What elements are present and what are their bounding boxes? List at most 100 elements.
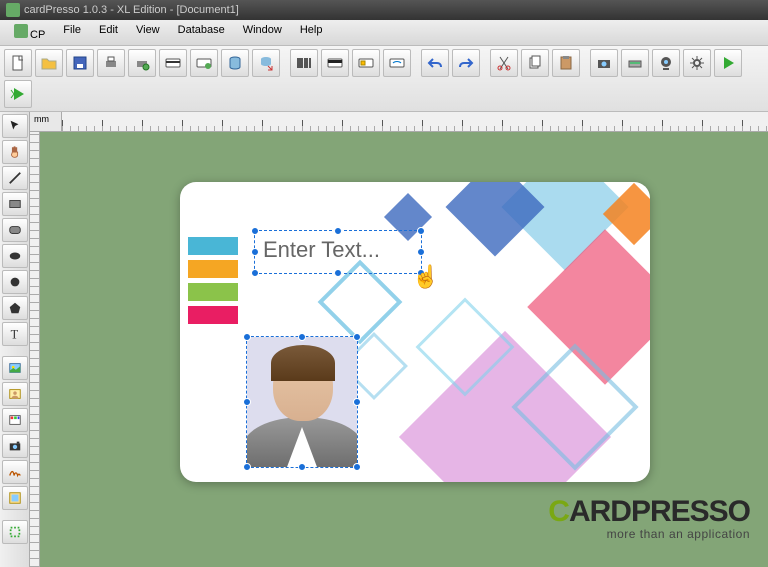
print-config-icon (134, 55, 150, 71)
tool-palette: T (0, 112, 30, 567)
resize-handle-sw[interactable] (251, 269, 259, 277)
select-icon (8, 119, 22, 133)
color-block (188, 283, 238, 301)
cut-button[interactable] (490, 49, 518, 77)
photo-tool[interactable] (2, 382, 28, 406)
image-tool[interactable] (2, 356, 28, 380)
ellipse-tool[interactable] (2, 244, 28, 268)
resize-handle-se[interactable] (417, 269, 425, 277)
text-placeholder[interactable]: Enter Text... (255, 231, 421, 269)
id-card-canvas[interactable]: Enter Text... ☝ (180, 182, 650, 482)
webcam-button[interactable] (652, 49, 680, 77)
resize-handle-w[interactable] (243, 398, 251, 406)
smart-chip-icon (358, 55, 374, 71)
menu-view[interactable]: View (128, 22, 168, 43)
resize-handle-n[interactable] (334, 227, 342, 235)
line-tool[interactable] (2, 166, 28, 190)
menu-edit[interactable]: Edit (91, 22, 126, 43)
camera-button[interactable] (590, 49, 618, 77)
print-config-button[interactable] (128, 49, 156, 77)
resize-handle-w[interactable] (251, 248, 259, 256)
run-fast-button[interactable] (4, 80, 32, 108)
select-tool[interactable] (2, 114, 28, 138)
color-block (188, 260, 238, 278)
menu-window[interactable]: Window (235, 22, 290, 43)
circle-tool[interactable] (2, 270, 28, 294)
copy-button[interactable] (521, 49, 549, 77)
resize-handle-s[interactable] (334, 269, 342, 277)
rfid-button[interactable] (383, 49, 411, 77)
hand-tool[interactable] (2, 140, 28, 164)
ruler-unit-label: mm (30, 112, 62, 131)
resize-handle-s[interactable] (298, 463, 306, 471)
camera-tool-tool[interactable] (2, 434, 28, 458)
resize-handle-nw[interactable] (251, 227, 259, 235)
print-button[interactable] (97, 49, 125, 77)
paste-button[interactable] (552, 49, 580, 77)
new-doc-button[interactable] (4, 49, 32, 77)
color-image-tool[interactable] (2, 408, 28, 432)
save-icon (72, 55, 88, 71)
run-button[interactable] (714, 49, 742, 77)
person-photo[interactable] (247, 337, 357, 467)
settings-icon (689, 55, 705, 71)
resize-handle-ne[interactable] (417, 227, 425, 235)
rfid-icon (389, 55, 405, 71)
smart-chip-button[interactable] (352, 49, 380, 77)
signature-tool[interactable] (2, 460, 28, 484)
image-icon (8, 361, 22, 375)
photo-object-selection[interactable] (246, 336, 358, 468)
rectangle-icon (8, 197, 22, 211)
resize-handle-n[interactable] (298, 333, 306, 341)
cp-icon (14, 24, 28, 38)
barcode-icon (296, 55, 312, 71)
encode-settings-button[interactable] (190, 49, 218, 77)
clip-tool[interactable] (2, 520, 28, 544)
resize-handle-e[interactable] (353, 398, 361, 406)
mag-stripe-button[interactable] (321, 49, 349, 77)
resize-handle-nw[interactable] (243, 333, 251, 341)
barcode-button[interactable] (290, 49, 318, 77)
resize-handle-se[interactable] (353, 463, 361, 471)
db-link-button[interactable] (252, 49, 280, 77)
resize-handle-ne[interactable] (353, 333, 361, 341)
menu-help[interactable]: Help (292, 22, 331, 43)
color-block (188, 306, 238, 324)
menu-file[interactable]: File (55, 22, 89, 43)
rounded-rect-tool[interactable] (2, 218, 28, 242)
settings-button[interactable] (683, 49, 711, 77)
app-icon (6, 3, 20, 17)
webcam-icon (658, 55, 674, 71)
clip-icon (8, 525, 22, 539)
menu-database[interactable]: Database (170, 22, 233, 43)
cut-icon (496, 55, 512, 71)
camera-icon (596, 55, 612, 71)
database-button[interactable] (221, 49, 249, 77)
polygon-tool[interactable] (2, 296, 28, 320)
rectangle-tool[interactable] (2, 192, 28, 216)
redo-button[interactable] (452, 49, 480, 77)
resize-handle-sw[interactable] (243, 463, 251, 471)
menu-bar: CPFileEditView Database Window Help (0, 20, 768, 46)
text-tool[interactable]: T (2, 322, 28, 346)
scanner-button[interactable] (621, 49, 649, 77)
circle-icon (8, 275, 22, 289)
redo-icon (458, 55, 474, 71)
open-button[interactable] (35, 49, 63, 77)
brand-prefix: C (548, 495, 569, 528)
menu-label: Window (243, 24, 282, 36)
run-fast-icon (10, 86, 26, 102)
paste-icon (558, 55, 574, 71)
print-icon (103, 55, 119, 71)
encode-card-button[interactable] (159, 49, 187, 77)
canvas-stage[interactable]: Enter Text... ☝ (40, 132, 768, 567)
undo-button[interactable] (421, 49, 449, 77)
save-button[interactable] (66, 49, 94, 77)
menu-cp[interactable]: CP (6, 22, 53, 43)
resize-handle-e[interactable] (417, 248, 425, 256)
menu-label: Database (178, 24, 225, 36)
photo-icon (8, 387, 22, 401)
text-object-selection[interactable]: Enter Text... (254, 230, 422, 274)
background-tool[interactable] (2, 486, 28, 510)
horizontal-ruler: mm (30, 112, 768, 132)
